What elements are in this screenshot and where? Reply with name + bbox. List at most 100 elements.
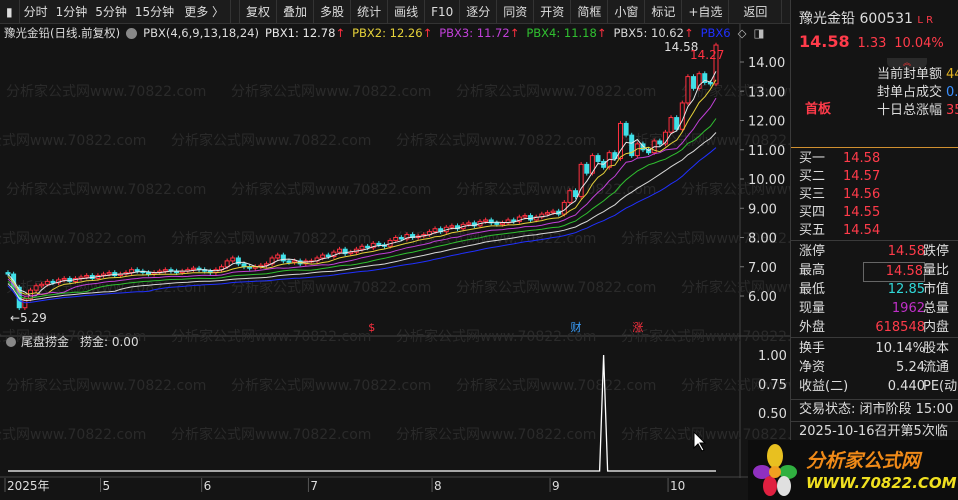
bid-price: 14.56 (843, 187, 881, 202)
candle[interactable] (449, 225, 455, 228)
candle[interactable] (432, 228, 438, 233)
candle[interactable] (707, 81, 713, 85)
diamond-icon[interactable]: ◇ (738, 26, 747, 40)
logo-text: 分析家公式网 (806, 450, 921, 472)
price-tick-label: 14.00 (748, 56, 785, 71)
event-marker[interactable]: 涨 (632, 321, 643, 334)
bid-row[interactable]: 买三 14.56 (799, 186, 958, 204)
candle[interactable] (550, 210, 556, 214)
event-marker[interactable]: 财 (571, 320, 582, 334)
candle[interactable] (544, 212, 550, 215)
date-tick-label: 6 (204, 479, 212, 493)
stat-row: 现量 1962 总量 (799, 300, 958, 318)
chart-title: 豫光金铅(日线.前复权) (4, 26, 121, 40)
seal-label: 当前封单额 (877, 67, 943, 82)
site-logo: 分析家公式网 WWW.70822.COM (748, 440, 958, 500)
candle[interactable] (162, 269, 168, 272)
candle[interactable] (84, 275, 90, 278)
price-change: 1.33 (857, 36, 887, 51)
watermark: 分析家公式网www.70822.com (396, 426, 596, 443)
watermark: 分析家公式网www.70822.com (6, 83, 206, 100)
price-tick-label: 8.00 (748, 232, 777, 247)
fund-label: 换手 (799, 341, 826, 356)
bid-row[interactable]: 买一 14.58 (799, 150, 958, 168)
candle[interactable] (224, 260, 230, 268)
watermark: 分析家公式网www.70822.com (456, 83, 656, 100)
candle[interactable] (522, 215, 528, 218)
indicator-name: PBX(4,6,9,13,18,24) (143, 26, 259, 40)
candle[interactable] (325, 254, 331, 258)
kline-chart[interactable]: 分析家公式网www.70822.com 分析家公式网www.70822.com 分析… (0, 0, 790, 500)
candle[interactable] (286, 260, 292, 263)
candle[interactable] (106, 272, 112, 275)
candle[interactable] (39, 283, 45, 287)
date-tick-label: 2025年 (7, 479, 50, 493)
candle[interactable] (483, 219, 489, 222)
candle[interactable] (685, 76, 691, 104)
candle[interactable] (691, 76, 697, 89)
candle[interactable] (376, 242, 382, 246)
candle[interactable] (573, 190, 579, 198)
candle[interactable] (668, 117, 674, 133)
candle[interactable] (466, 222, 472, 225)
up-arrow-icon: ↑ (683, 26, 694, 40)
legend-label: PBX4: 11.18 (526, 26, 597, 40)
candle[interactable] (33, 285, 39, 291)
candle[interactable] (584, 163, 590, 174)
seal-row: 封单占成交 0. (877, 84, 958, 102)
candle[interactable] (134, 269, 140, 272)
bid-row[interactable]: 买四 14.55 (799, 204, 958, 222)
candle[interactable] (129, 269, 135, 274)
candle[interactable] (398, 237, 404, 240)
candle[interactable] (320, 254, 326, 259)
candle[interactable] (567, 190, 573, 203)
watermark: 分析家公式网www.70822.com (0, 426, 146, 443)
legend-label: PBX1: 12.78 (264, 26, 336, 40)
stat-value: 1962 (891, 301, 925, 316)
candle[interactable] (623, 122, 629, 136)
candle[interactable] (5, 272, 11, 275)
candle[interactable] (190, 267, 196, 271)
candle[interactable] (230, 257, 236, 262)
candle[interactable] (44, 280, 50, 285)
candle[interactable] (359, 245, 365, 250)
candle[interactable] (494, 222, 500, 225)
candle[interactable] (337, 248, 343, 253)
watermark: 分析家公式网www.70822.com (171, 132, 371, 149)
candle[interactable] (50, 280, 56, 284)
low-price-label: ←5.29 (10, 311, 47, 325)
seal-value: 35 (946, 103, 958, 118)
sub-indicator-value: 捞金: 0.00 (80, 334, 139, 349)
legend-label: PBX6 (700, 26, 731, 40)
price-tick-label: 9.00 (748, 202, 777, 217)
notice-ticker[interactable]: 2025-10-16召开第5次临 (799, 423, 958, 441)
bid-row[interactable]: 买二 14.57 (799, 168, 958, 186)
seal-label: 封单占成交 (877, 85, 943, 100)
last-price: 14.58 (799, 32, 850, 51)
candle[interactable] (595, 155, 601, 162)
candle[interactable] (499, 222, 505, 225)
event-marker[interactable]: $ (368, 321, 375, 334)
sub-indicator-dropdown-icon[interactable] (6, 337, 16, 347)
bid-price: 14.58 (843, 151, 881, 166)
candle[interactable] (365, 245, 371, 249)
board-tag: 首板 (805, 102, 832, 117)
sub-tick-label: 0.50 (758, 407, 787, 422)
candle[interactable] (393, 237, 399, 241)
bid-row[interactable]: 买五 14.54 (799, 222, 958, 240)
stock-code: 600531 (859, 11, 913, 27)
panel-toggle-icon[interactable]: ◨ (753, 26, 764, 40)
candle[interactable] (275, 254, 281, 259)
candle[interactable] (61, 277, 67, 281)
candle[interactable] (145, 272, 151, 275)
candle[interactable] (292, 260, 298, 263)
stat-label-2: 内盘 (923, 320, 950, 335)
seal-value: 44 (946, 67, 958, 82)
flower-logo-icon (753, 444, 797, 496)
legend-item: PBX2: 12.26↑ (352, 26, 432, 40)
candle[interactable] (657, 140, 663, 145)
sub-tick-label: 1.00 (758, 349, 787, 364)
seal-row: 十日总涨幅35 (877, 102, 958, 120)
indicator-dropdown-icon[interactable] (126, 27, 138, 39)
legend-label: PBX3: 11.72 (439, 26, 510, 40)
